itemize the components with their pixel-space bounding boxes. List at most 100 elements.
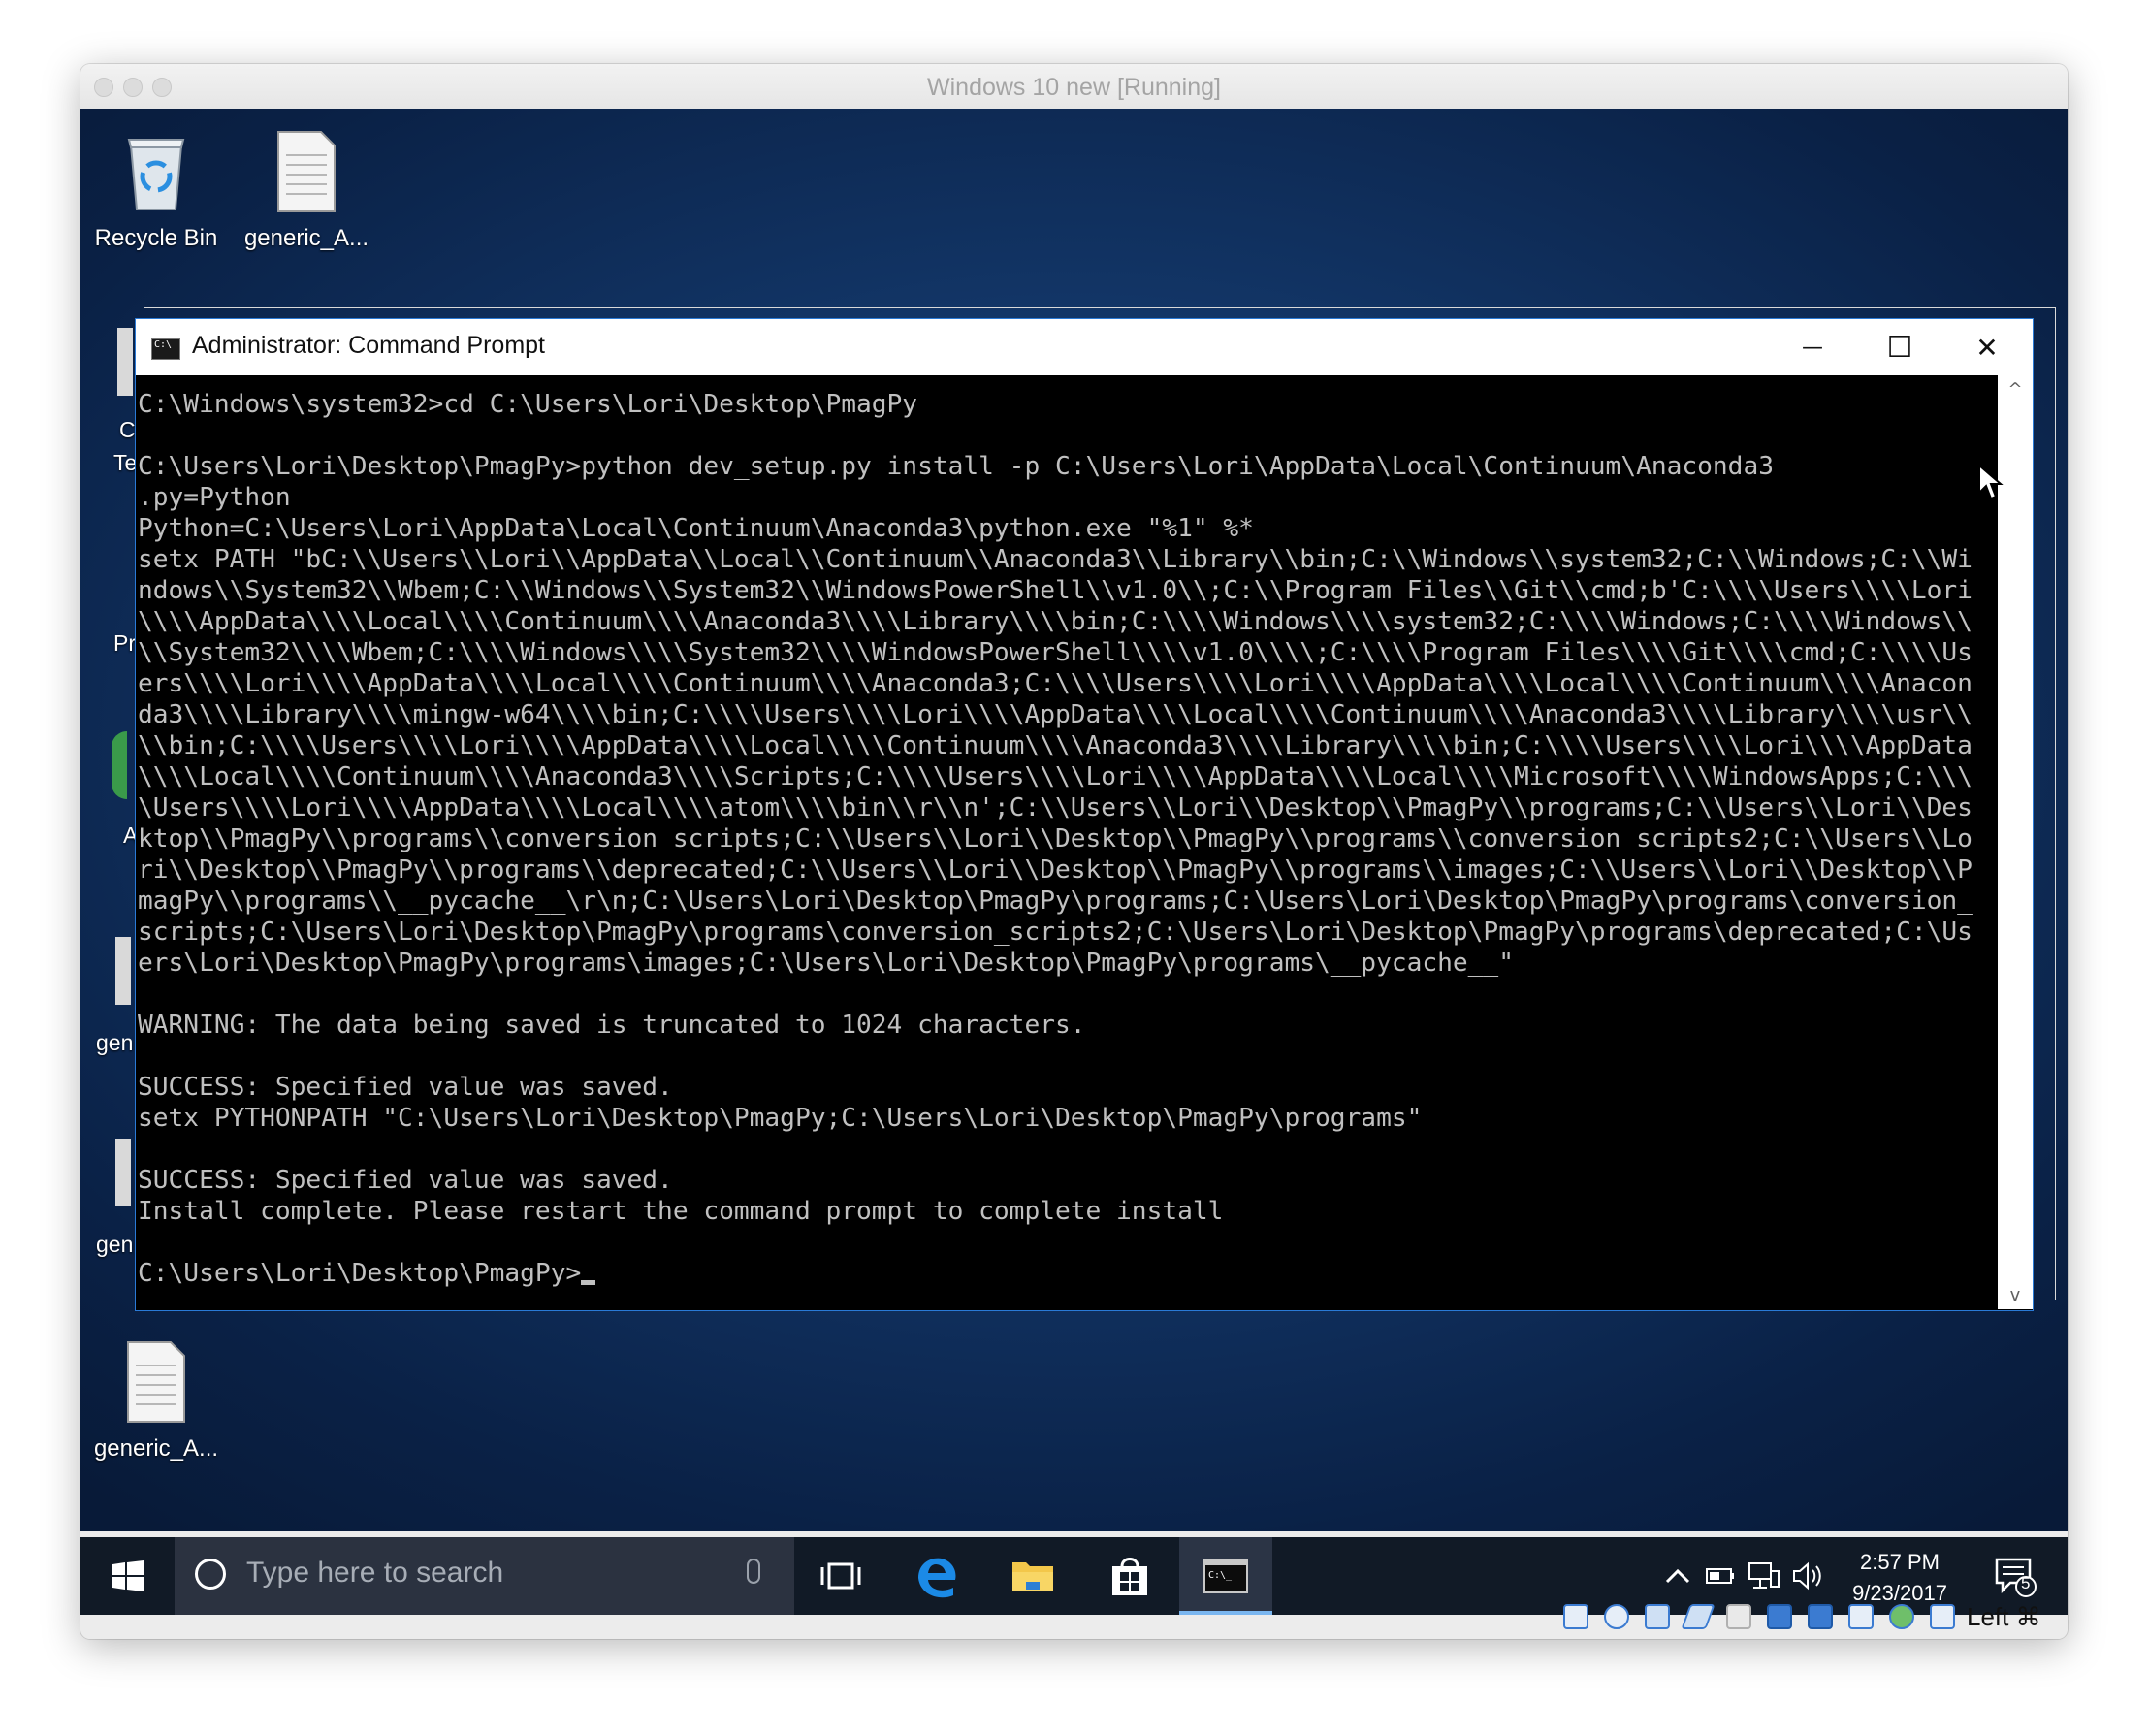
search-box[interactable]: Type here to search	[175, 1537, 794, 1615]
shared-folder-icon[interactable]	[1767, 1604, 1792, 1629]
console-line: ri\\Desktop\\PmagPy\\programs\\deprecate…	[138, 855, 1973, 884]
network-icon	[1748, 1562, 1780, 1589]
console-prompt: C:\Users\Lori\Desktop\PmagPy>	[138, 1259, 582, 1288]
desktop-icon-label: generic_A...	[243, 225, 369, 251]
console-line: ndows\\System32\\Wbem;C:\\Windows\\Syste…	[138, 576, 1973, 605]
host-key-label: Left ⌘	[1967, 1602, 2041, 1631]
console-line: \\bin;C:\\\\Users\\\\Lori\\\\AppData\\\\…	[138, 731, 1973, 760]
command-prompt-icon	[151, 338, 180, 360]
console-line: ers\Lori\Desktop\PmagPy\programs\images;…	[138, 948, 1514, 978]
host-titlebar: Windows 10 new [Running]	[80, 64, 2068, 110]
volume-icon	[1793, 1561, 1821, 1591]
partial-desktop-icon[interactable]	[115, 937, 131, 1005]
battery-icon	[1706, 1568, 1734, 1584]
close-icon: ✕	[1975, 331, 1999, 364]
usb-icon[interactable]	[1726, 1604, 1751, 1629]
maximize-button[interactable]: ☐	[1856, 319, 1943, 375]
taskbar: Type here to search C:\_ 2:57 PM 9/23/20…	[80, 1537, 2068, 1615]
audio-icon[interactable]	[1645, 1604, 1670, 1629]
console-line: ers\\\\Lori\\\\AppData\\\\Local\\\\Conti…	[138, 669, 1973, 698]
recording-icon[interactable]	[1848, 1604, 1874, 1629]
desktop-icon-label: Recycle Bin	[94, 225, 218, 251]
console-line: .py=Python	[138, 483, 291, 512]
console-line: \\System32\\\\Wbem;C:\\\\Windows\\\\Syst…	[138, 638, 1973, 667]
desktop-icon-generic-file[interactable]: generic_A...	[83, 1338, 229, 1463]
mouse-pointer-icon	[1978, 464, 2004, 500]
document-icon	[127, 1341, 185, 1423]
partial-label: gen	[96, 1232, 134, 1257]
hard-disk-icon[interactable]	[1563, 1604, 1588, 1629]
svg-text:C:\_: C:\_	[1208, 1570, 1233, 1581]
console-line: SUCCESS: Specified value was saved.	[138, 1166, 673, 1195]
search-placeholder: Type here to search	[246, 1557, 504, 1589]
minimize-button[interactable]: —	[1769, 319, 1856, 375]
desktop-icon-recycle-bin[interactable]: Recycle Bin	[83, 128, 229, 252]
console-line: setx PYTHONPATH "C:\Users\Lori\Desktop\P…	[138, 1104, 1423, 1133]
store-button[interactable]	[1081, 1537, 1178, 1615]
console-line: \\\\Local\\\\Continuum\\\\Anaconda3\\\\S…	[138, 762, 1973, 791]
scroll-up-icon[interactable]: ^	[1998, 379, 2033, 400]
partial-label: gen	[96, 1030, 134, 1055]
edge-icon	[918, 1558, 956, 1598]
close-button[interactable]: ✕	[1943, 319, 2031, 375]
console-line: da3\\\\Library\\\\mingw-w64\\\\bin;C:\\\…	[138, 700, 1973, 729]
console-line: ktop\\PmagPy\\programs\\conversion_scrip…	[138, 824, 1973, 853]
clock-time: 2:57 PM	[1860, 1550, 1940, 1574]
edge-button[interactable]	[887, 1537, 984, 1615]
cpu-icon[interactable]	[1889, 1604, 1914, 1629]
cmd-titlebar[interactable]: Administrator: Command Prompt — ☐ ✕	[136, 319, 2033, 375]
optical-drive-icon[interactable]	[1604, 1604, 1629, 1629]
cmd-window-title: Administrator: Command Prompt	[192, 332, 546, 359]
document-icon	[277, 131, 336, 212]
minimize-icon: —	[1802, 335, 1823, 360]
store-icon	[1112, 1558, 1147, 1595]
partial-label: C	[119, 417, 136, 442]
start-button[interactable]	[80, 1537, 175, 1615]
volume-button[interactable]	[1786, 1537, 1831, 1615]
console-lines: C:\Windows\system32>cd C:\Users\Lori\Des…	[138, 389, 1997, 1258]
task-view-button[interactable]	[794, 1537, 887, 1615]
console-line: SUCCESS: Specified value was saved.	[138, 1073, 673, 1102]
partial-desktop-icon[interactable]	[115, 1139, 131, 1206]
display-icon[interactable]	[1808, 1604, 1833, 1629]
console-line: scripts;C:\Users\Lori\Desktop\PmagPy\pro…	[138, 917, 1973, 947]
network-adapter-icon[interactable]	[1681, 1604, 1716, 1629]
command-prompt-window[interactable]: Administrator: Command Prompt — ☐ ✕ C:\W…	[135, 318, 2034, 1311]
windows-desktop: Recycle Bin generic_A... generic_A... C …	[80, 109, 2068, 1531]
console-line: \Users\\\\Lori\\\\AppData\\\\Local\\\\at…	[138, 793, 1973, 822]
command-prompt-taskbar-button[interactable]: C:\_	[1179, 1537, 1272, 1615]
console-line: setx PATH "bC:\\Users\\Lori\\AppData\\Lo…	[138, 545, 1973, 574]
notification-icon	[1995, 1558, 2037, 1597]
virtualbox-window: Windows 10 new [Running] Recycle Bin gen…	[80, 64, 2068, 1639]
start-icon	[112, 1560, 144, 1591]
console-output[interactable]: C:\Windows\system32>cd C:\Users\Lori\Des…	[136, 375, 1997, 1309]
partial-label: Pr	[113, 630, 136, 656]
partial-desktop-icon[interactable]	[112, 731, 127, 799]
notification-count-badge: 5	[2021, 1574, 2031, 1592]
desktop-icon-generic-file[interactable]: generic_A...	[234, 128, 379, 252]
console-line: \\\\AppData\\\\Local\\\\Continuum\\\\Ana…	[138, 607, 1973, 636]
host-window-title: Windows 10 new [Running]	[927, 74, 1221, 101]
search-icon	[195, 1559, 226, 1590]
task-view-icon	[820, 1562, 861, 1590]
maximize-icon: ☐	[1886, 330, 1913, 365]
command-prompt-icon: C:\_	[1203, 1559, 1248, 1593]
chevron-up-icon	[1665, 1568, 1690, 1584]
battery-button[interactable]	[1699, 1537, 1742, 1615]
scroll-down-icon[interactable]: v	[1998, 1285, 2033, 1305]
mouse-integration-icon[interactable]	[1930, 1604, 1955, 1629]
network-button[interactable]	[1742, 1537, 1786, 1615]
file-explorer-button[interactable]	[984, 1537, 1081, 1615]
show-hidden-icons-button[interactable]	[1656, 1537, 1699, 1615]
microphone-icon[interactable]	[747, 1559, 760, 1584]
vbox-status-icons: Left ⌘	[1561, 1602, 2046, 1633]
console-line: WARNING: The data being saved is truncat…	[138, 1011, 1086, 1040]
vertical-scrollbar[interactable]: ^ v	[1998, 375, 2033, 1309]
partial-desktop-icon[interactable]	[117, 328, 133, 396]
clock[interactable]: 2:57 PM 9/23/2017	[1840, 1547, 1960, 1609]
